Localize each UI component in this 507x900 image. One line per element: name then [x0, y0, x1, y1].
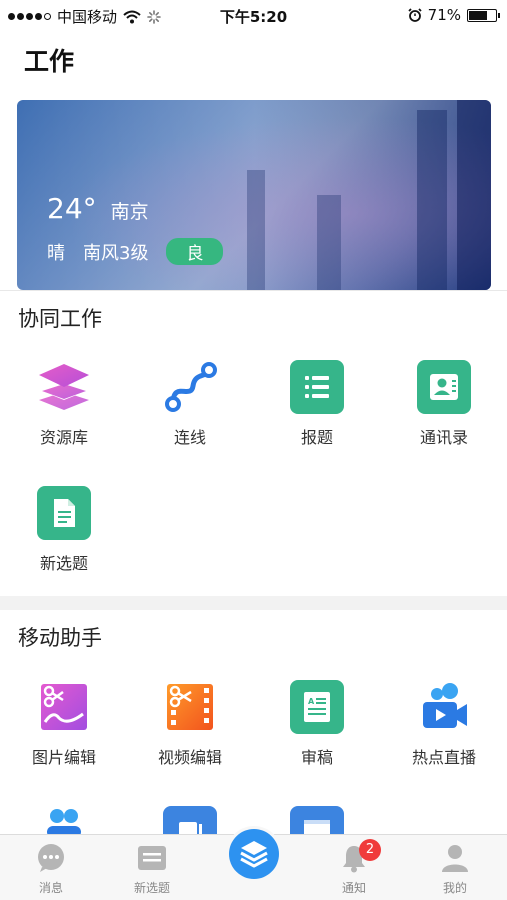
- image-edit-icon: [37, 680, 91, 734]
- alarm-icon: [408, 8, 422, 22]
- condition-row: 晴 南风3级 良: [47, 238, 224, 265]
- background-building: [247, 170, 265, 290]
- grid-item-label: 审稿: [300, 748, 333, 767]
- status-bar: 中国移动 下午5:20 71%: [0, 0, 507, 30]
- tab-label: 我的: [442, 881, 467, 895]
- background-building: [417, 110, 447, 290]
- temperature-row: 24° 南京: [47, 192, 149, 225]
- temperature: 24°: [47, 192, 97, 225]
- battery-level: [469, 10, 488, 20]
- grid-item-label: 热点直播: [411, 748, 476, 767]
- tab-label: 通知: [341, 881, 366, 895]
- grid-item-label: 资源库: [39, 428, 88, 447]
- status-right: 71%: [408, 6, 500, 24]
- bottom-tab-bar: 消息 新选题 2 通知 我的: [0, 829, 507, 900]
- tab-profile[interactable]: 我的: [415, 843, 495, 896]
- svg-text:A: A: [308, 697, 315, 706]
- grid-item-label: 报题: [300, 428, 333, 447]
- document-icon: [37, 486, 91, 540]
- weather-card[interactable]: 24° 南京 晴 南风3级 良: [17, 100, 491, 290]
- review-document-icon: A: [290, 680, 344, 734]
- background-building: [317, 195, 341, 290]
- tab-messages[interactable]: 消息: [11, 843, 91, 896]
- layers-stack-icon: [37, 360, 91, 414]
- grid-item-label: 连线: [173, 428, 206, 447]
- section-title-mobile: 移动助手: [18, 626, 102, 650]
- background-building: [457, 100, 491, 290]
- section-divider: [0, 596, 507, 610]
- video-edit-icon: [163, 680, 217, 734]
- grid-item-image-edit[interactable]: 图片编辑: [4, 680, 124, 768]
- grid-item-resource-library[interactable]: 资源库: [4, 360, 124, 448]
- city-name: 南京: [110, 201, 149, 223]
- connection-line-icon: [163, 360, 217, 414]
- grid-item-report-topic[interactable]: 报题: [257, 360, 377, 448]
- grid-item-label: 图片编辑: [31, 748, 96, 767]
- notification-badge: 2: [359, 839, 381, 861]
- grid-item-contacts[interactable]: 通讯录: [384, 360, 504, 448]
- grid-item-live[interactable]: 热点直播: [384, 680, 504, 768]
- grid-item-label: 新选题: [39, 554, 88, 573]
- grid-item-connection[interactable]: 连线: [130, 360, 250, 448]
- grid-item-new-topic[interactable]: 新选题: [4, 486, 124, 574]
- layers-center-icon: [240, 841, 268, 868]
- air-quality-badge: 良: [166, 238, 224, 265]
- tab-label: 新选题: [133, 881, 170, 895]
- person-icon: [440, 843, 470, 873]
- weather-condition: 晴: [47, 242, 65, 264]
- page-title: 工作: [24, 47, 75, 76]
- grid-item-label: 视频编辑: [157, 748, 222, 767]
- center-action-button[interactable]: [229, 829, 279, 879]
- live-camera-icon: [417, 680, 471, 734]
- battery-icon: [467, 8, 500, 22]
- tab-notifications[interactable]: 2 通知: [314, 839, 394, 896]
- grid-item-review[interactable]: A 审稿: [257, 680, 377, 768]
- tab-label: 消息: [38, 881, 63, 895]
- battery-percent: 71%: [427, 6, 461, 24]
- bell-icon: 2: [339, 839, 381, 873]
- chat-bubble-icon: [36, 843, 66, 873]
- list-icon: [290, 360, 344, 414]
- tab-new-topic[interactable]: 新选题: [112, 843, 192, 896]
- grid-item-label: 通讯录: [419, 428, 468, 447]
- section-title-collab: 协同工作: [18, 307, 102, 331]
- grid-item-video-edit[interactable]: 视频编辑: [130, 680, 250, 768]
- wind-info: 南风3级: [83, 242, 149, 264]
- divider: [0, 290, 507, 291]
- contact-card-icon: [417, 360, 471, 414]
- topic-list-icon: [137, 843, 167, 873]
